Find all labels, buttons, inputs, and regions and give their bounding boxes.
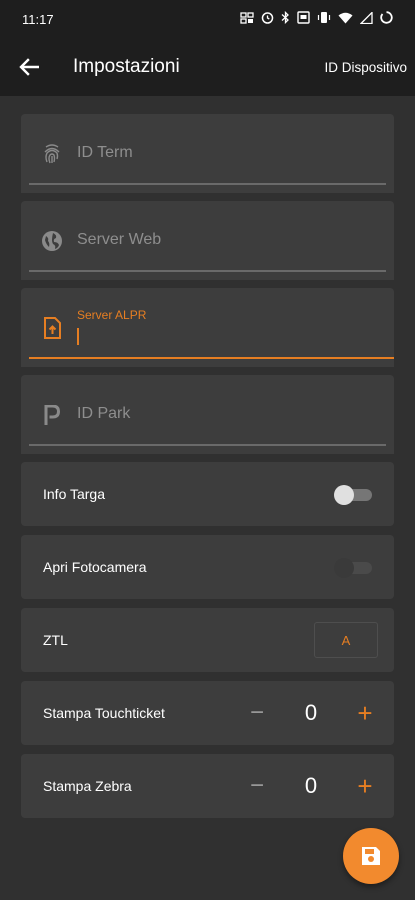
ztl-label: ZTL	[43, 632, 68, 648]
signal-icon	[359, 10, 373, 27]
apri-fotocamera-row: Apri Fotocamera	[21, 535, 394, 599]
apri-fotocamera-toggle[interactable]	[334, 558, 372, 578]
vibrate-icon	[317, 11, 331, 27]
alarm-icon	[261, 11, 274, 27]
status-icons	[240, 10, 393, 27]
underline-focused	[29, 357, 394, 359]
device-id-button[interactable]: ID Dispositivo	[324, 60, 407, 75]
info-targa-toggle[interactable]	[334, 485, 372, 505]
screenshot-icon	[297, 11, 310, 27]
id-term-placeholder: ID Term	[77, 144, 133, 161]
stampa-touchticket-stepper: − 0 +	[242, 698, 373, 729]
wifi-icon	[338, 12, 353, 27]
id-park-placeholder: ID Park	[77, 405, 131, 422]
info-targa-label: Info Targa	[43, 486, 106, 502]
id-park-field[interactable]: ID Park	[21, 375, 394, 454]
underline	[29, 270, 386, 272]
decrement-button[interactable]: −	[242, 772, 272, 800]
stepper-value: 0	[304, 700, 318, 725]
fingerprint-icon	[40, 142, 64, 166]
decrement-button[interactable]: −	[242, 699, 272, 727]
settings-content: ID Term Server Web Server ALPR ID Park I…	[0, 96, 415, 818]
save-icon	[362, 847, 380, 865]
increment-button[interactable]: +	[350, 698, 380, 729]
globe-icon	[40, 229, 64, 253]
back-button[interactable]	[0, 38, 58, 96]
ztl-select[interactable]: A	[314, 622, 378, 658]
stampa-zebra-stepper: − 0 +	[242, 771, 373, 802]
underline	[29, 444, 386, 446]
server-web-field[interactable]: Server Web	[21, 201, 394, 280]
apri-fotocamera-label: Apri Fotocamera	[43, 559, 147, 575]
bluetooth-icon	[281, 10, 290, 27]
back-arrow-icon	[19, 58, 39, 76]
server-alpr-label: Server ALPR	[77, 308, 147, 322]
battery-saver-icon	[380, 11, 393, 27]
stampa-touchticket-row: Stampa Touchticket − 0 +	[21, 681, 394, 745]
id-term-field[interactable]: ID Term	[21, 114, 394, 193]
stampa-zebra-label: Stampa Zebra	[43, 778, 132, 794]
status-time: 11:17	[22, 11, 54, 27]
server-alpr-field[interactable]: Server ALPR	[21, 288, 394, 367]
info-targa-row: Info Targa	[21, 462, 394, 526]
underline	[29, 183, 386, 185]
stampa-zebra-row: Stampa Zebra − 0 +	[21, 754, 394, 818]
save-button[interactable]	[343, 828, 399, 884]
increment-button[interactable]: +	[350, 771, 380, 802]
ztl-row: ZTL A	[21, 608, 394, 672]
text-cursor	[77, 328, 79, 345]
page-title: Impostazioni	[73, 56, 180, 77]
server-web-placeholder: Server Web	[77, 231, 162, 248]
stepper-value: 0	[304, 773, 318, 798]
nfc-icon	[240, 11, 254, 27]
stampa-touchticket-label: Stampa Touchticket	[43, 705, 165, 721]
parking-icon	[40, 403, 64, 427]
upload-file-icon	[40, 316, 64, 340]
app-bar: Impostazioni ID Dispositivo	[0, 38, 415, 96]
status-bar: 11:17	[0, 0, 415, 38]
